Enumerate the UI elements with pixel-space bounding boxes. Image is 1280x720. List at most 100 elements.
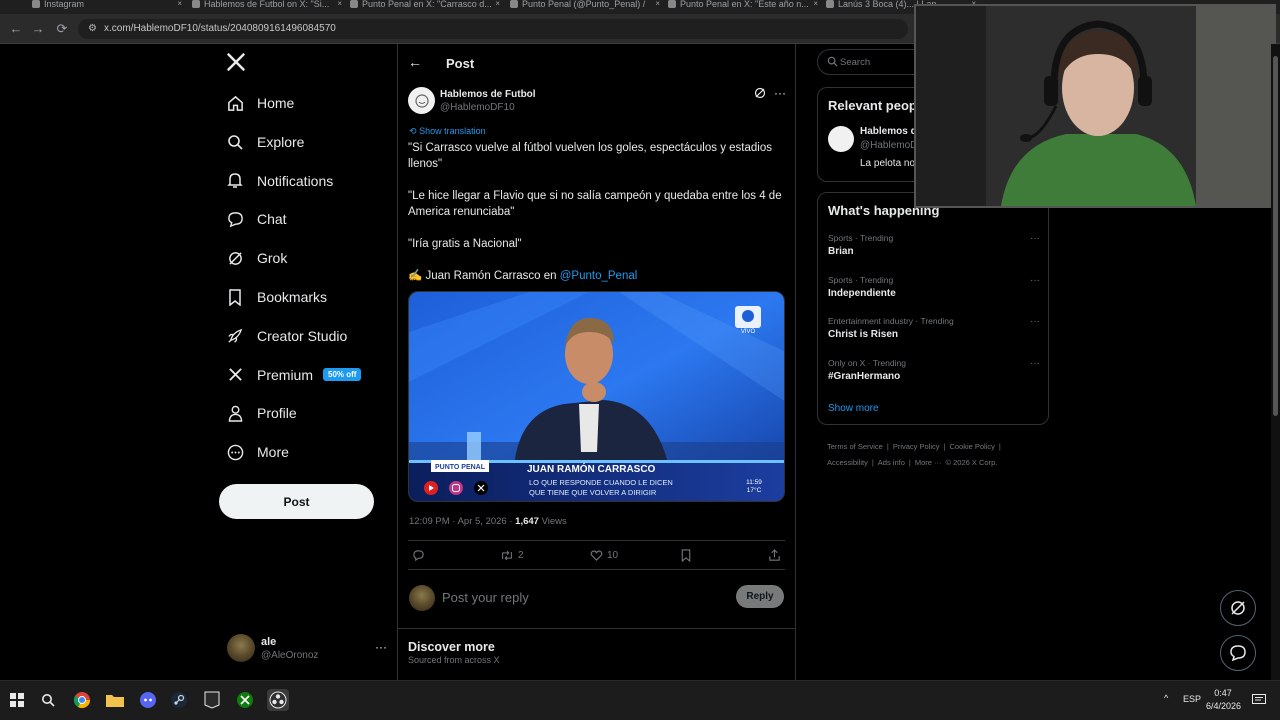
post-video[interactable]: VIVO PUNTO PENAL JUAN RAMÓN CARRASCO LO … — [408, 291, 785, 502]
chrome-icon[interactable] — [71, 689, 93, 711]
tab-close-icon[interactable]: × — [337, 0, 342, 8]
forward-nav-icon[interactable]: → — [30, 21, 46, 37]
author-name[interactable]: Hablemos de Futbol — [440, 89, 536, 100]
tab-close-icon[interactable]: × — [655, 0, 660, 8]
share-action[interactable] — [768, 549, 785, 562]
nav-item-premium[interactable]: Premium 50% off — [226, 360, 362, 390]
discord-icon[interactable] — [137, 689, 159, 711]
x-logo-icon[interactable] — [226, 52, 246, 78]
tray-overflow-icon[interactable]: ^ — [1164, 693, 1168, 703]
browser-tab[interactable]: Instagram × — [32, 0, 182, 14]
input-language[interactable]: ESP — [1183, 694, 1201, 704]
trend-item[interactable]: Only on X · Trending #GranHermano ··· — [828, 358, 1040, 394]
nav-item-creator-studio[interactable]: Creator Studio — [226, 321, 347, 351]
back-nav-icon[interactable]: ← — [8, 21, 24, 37]
chat-fab-button[interactable] — [1220, 635, 1256, 671]
footer-link[interactable]: Ads info — [878, 458, 905, 467]
nav-item-explore[interactable]: Explore — [226, 127, 304, 157]
browser-tab[interactable]: Punto Penal en X: "Carrasco d... × — [350, 0, 500, 14]
post-timestamp[interactable]: 12:09 PM · Apr 5, 2026 · — [409, 516, 515, 527]
bookmark-icon — [226, 288, 244, 306]
author-avatar[interactable] — [408, 87, 435, 114]
show-translation-link[interactable]: ⟲ Show translation — [409, 126, 486, 137]
trend-more-icon[interactable]: ··· — [1030, 275, 1040, 286]
browser-tab[interactable]: Punto Penal en X: "Este año n... × — [668, 0, 818, 14]
tab-close-icon[interactable]: × — [813, 0, 818, 8]
tab-close-icon[interactable]: × — [495, 0, 500, 8]
trend-context: Entertainment industry · Trending — [828, 316, 954, 326]
nav-item-label: Home — [257, 95, 295, 111]
footer-link[interactable]: Terms of Service — [827, 442, 883, 451]
footer-link[interactable]: © 2026 X Corp. — [946, 458, 998, 467]
site-info-icon[interactable]: ⚙ — [88, 23, 97, 34]
tab-close-icon[interactable]: × — [177, 0, 182, 8]
taskbar-clock[interactable]: 0:47 6/4/2026 — [1206, 688, 1242, 711]
like-action[interactable]: 10 — [590, 549, 618, 562]
mention-link[interactable]: @Punto_Penal — [560, 270, 638, 282]
xbox-icon[interactable] — [234, 689, 256, 711]
footer-link[interactable]: Cookie Policy — [949, 442, 994, 451]
nav-item-label: Profile — [257, 405, 297, 422]
translate-icon: ⟲ — [409, 126, 417, 136]
nav-item-bookmarks[interactable]: Bookmarks — [226, 282, 327, 312]
reload-icon[interactable]: ⟳ — [54, 21, 70, 37]
more-circle-icon — [226, 443, 244, 461]
nav-item-profile[interactable]: Profile — [226, 398, 297, 428]
nav-item-more[interactable]: More — [226, 437, 289, 467]
tab-favicon-icon — [510, 0, 518, 8]
notification-center-icon[interactable] — [1248, 689, 1270, 711]
browser-tab[interactable]: Hablemos de Futbol on X: "Si... × — [192, 0, 342, 14]
windows-taskbar: ^ ESP 0:47 6/4/2026 — [0, 680, 1280, 720]
avatar — [227, 634, 255, 662]
url-field[interactable]: ⚙ x.com/HablemoDF10/status/2040809161496… — [78, 19, 908, 39]
grok-icon[interactable] — [754, 87, 766, 102]
trend-more-icon[interactable]: ··· — [1030, 358, 1040, 369]
footer-link[interactable]: More ··· — [915, 458, 942, 467]
account-more-icon[interactable]: ··· — [375, 640, 387, 654]
relevant-avatar[interactable] — [828, 126, 854, 152]
clock-date: 6/4/2026 — [1206, 701, 1242, 711]
nav-item-chat[interactable]: Chat — [226, 204, 287, 234]
page-scrollbar[interactable] — [1271, 44, 1280, 680]
file-explorer-icon[interactable] — [104, 689, 126, 711]
trend-item[interactable]: Entertainment industry · Trending Christ … — [828, 316, 1040, 352]
trend-name: Brian — [828, 246, 854, 257]
scrollbar-thumb[interactable] — [1273, 56, 1278, 416]
bookmark-action[interactable] — [680, 549, 696, 562]
reply-action[interactable] — [412, 549, 429, 562]
account-switcher[interactable]: ale @AleOronoz ··· — [227, 632, 387, 668]
nav-item-notifications[interactable]: Notifications — [226, 166, 333, 196]
nav-item-label: Grok — [257, 250, 288, 267]
back-arrow-icon[interactable]: ← — [408, 54, 422, 70]
tab-title: Hablemos de Futbol on X: "Si... — [204, 0, 330, 9]
reply-button[interactable]: Reply — [736, 585, 784, 608]
nav-item-grok[interactable]: Grok — [226, 243, 287, 273]
browser-tab[interactable]: Punto Penal (@Punto_Penal) / × — [510, 0, 660, 14]
post-metadata: 12:09 PM · Apr 5, 2026 · 1,647 Views — [409, 516, 567, 527]
tab-favicon-icon — [350, 0, 358, 8]
windows-start-icon[interactable] — [6, 689, 28, 711]
trend-more-icon[interactable]: ··· — [1030, 316, 1040, 327]
search-icon[interactable] — [37, 689, 59, 711]
reply-input[interactable]: Post your reply — [442, 590, 529, 605]
repost-action[interactable]: 2 — [500, 549, 524, 562]
obs-icon[interactable] — [267, 689, 289, 711]
show-more-link[interactable]: Show more — [828, 403, 879, 414]
tab-favicon-icon — [192, 0, 200, 8]
more-options-icon[interactable]: ··· — [774, 86, 786, 100]
trend-item[interactable]: Sports · Trending Independiente ··· — [828, 275, 1040, 311]
steam-icon[interactable] — [168, 689, 190, 711]
footer-link[interactable]: Privacy Policy — [893, 442, 940, 451]
author-handle[interactable]: @HablemoDF10 — [440, 102, 515, 113]
trend-item[interactable]: Sports · Trending Brian ··· — [828, 233, 1040, 269]
nav-item-home[interactable]: Home — [226, 88, 294, 118]
epic-games-icon[interactable] — [201, 689, 223, 711]
grok-fab-button[interactable] — [1220, 590, 1256, 626]
tab-title: Instagram — [44, 0, 85, 9]
chat-icon — [1230, 645, 1246, 662]
footer-link[interactable]: Accessibility — [827, 458, 868, 467]
post-button[interactable]: Post — [219, 484, 374, 519]
nav-item-label: More — [257, 444, 289, 461]
trend-more-icon[interactable]: ··· — [1030, 233, 1040, 244]
live-label: VIVO — [741, 329, 756, 335]
